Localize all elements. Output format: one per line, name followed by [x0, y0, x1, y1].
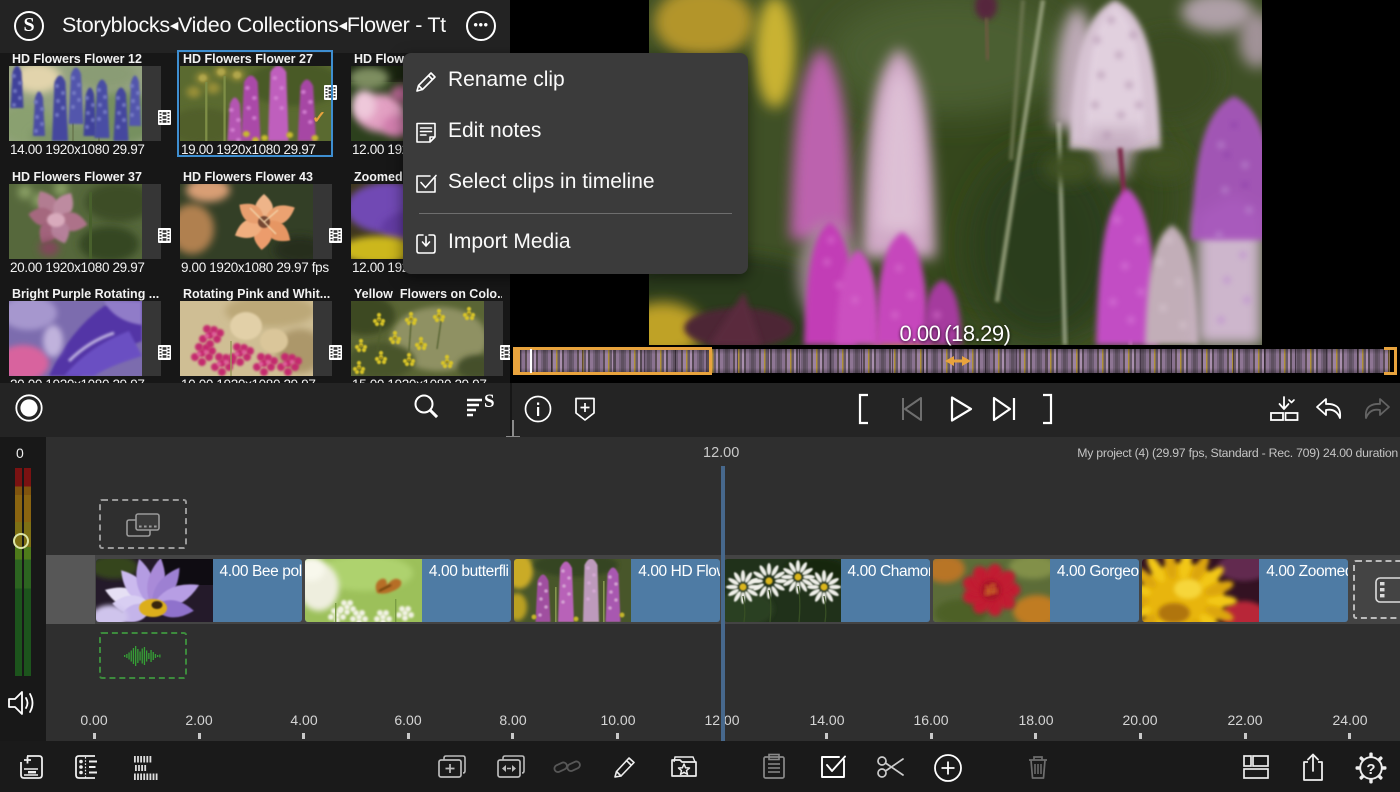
svg-text:?: ? [1366, 761, 1375, 778]
svg-text:S: S [484, 392, 495, 412]
